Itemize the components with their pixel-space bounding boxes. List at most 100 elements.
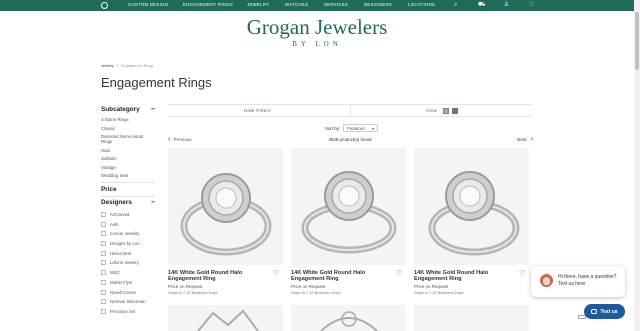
product-image[interactable] (168, 148, 283, 265)
checkbox[interactable] (101, 289, 106, 295)
checkbox[interactable] (101, 279, 106, 285)
designer-filter[interactable]: Lafonn Jewelry (101, 258, 155, 268)
filter-toolbar: Hide Filters View (168, 104, 532, 117)
chevron-down-icon: ▾ (372, 126, 375, 131)
collapse-icon[interactable]: – (151, 199, 155, 206)
page-scrollbar[interactable] (634, 0, 640, 331)
designer-filter[interactable]: Novell Carver (101, 287, 155, 297)
heart-icon[interactable]: ♡ (519, 270, 527, 278)
checkbox[interactable] (101, 241, 106, 247)
checkbox[interactable] (101, 308, 106, 314)
search-icon[interactable]: ⌕ (452, 2, 459, 9)
subcategory-item[interactable]: Diamond Semi-mount Rings (101, 134, 155, 144)
subcategory-header[interactable]: Subcategory – (101, 104, 155, 114)
grid-view-icon[interactable] (443, 108, 449, 114)
subcategory-item[interactable]: Wedding Sets (101, 173, 155, 178)
sidebar-divider (101, 181, 155, 183)
designer-filter[interactable]: Martin Flyer (101, 278, 155, 288)
page-title: Engagement Rings (101, 75, 212, 90)
product-name[interactable]: 14K White Gold Round Halo Engagement Rin… (168, 270, 273, 282)
product-image[interactable] (414, 305, 529, 331)
checkbox[interactable] (101, 231, 106, 237)
breadcrumb-separator: / (116, 64, 118, 68)
subcategory-item[interactable]: Classic (101, 126, 155, 131)
subcategory-title: Subcategory (101, 105, 140, 113)
scrollbar-thumb[interactable] (635, 12, 639, 70)
designer-label: Lafonn Jewelry (110, 260, 139, 266)
next-page-button[interactable]: Next › (517, 135, 533, 143)
chat-bubble-icon (591, 309, 598, 314)
designer-label: Designs by Lon (110, 241, 140, 247)
checkbox[interactable] (101, 260, 106, 266)
nav-engagement-rings[interactable]: ENGAGEMENT RINGS (183, 2, 233, 7)
hide-filters-button[interactable]: Hide Filters (244, 108, 271, 113)
chevron-right-icon: › (530, 134, 534, 143)
nav-services[interactable]: SERVICES (324, 2, 348, 7)
breadcrumb-jewelry[interactable]: Jewelry (101, 64, 114, 68)
checkbox[interactable] (101, 250, 106, 256)
site-logo-tagline: BY LON (292, 40, 342, 48)
site-logo[interactable]: Grogan Jewelers (0, 15, 634, 40)
heart-icon[interactable]: ♡ (396, 270, 404, 278)
designer-filter[interactable]: Norman Silverman (101, 297, 155, 307)
product-card[interactable]: 14K White Gold Round Halo Engagement Rin… (414, 148, 529, 295)
filter-sidebar: Subcategory – 3 Stone Rings Classic Diam… (101, 104, 155, 316)
nav-jewelry[interactable]: JEWELRY (247, 2, 269, 7)
text-us-button[interactable]: Text us (584, 304, 625, 319)
subcategory-item[interactable]: Halo (101, 148, 155, 153)
user-icon[interactable]: ♙ (503, 2, 510, 9)
cart-icon[interactable]: ⛟ (478, 2, 486, 9)
designers-header[interactable]: Designers – (101, 198, 155, 208)
designer-filter[interactable]: ArtCarved (101, 210, 155, 220)
shipping-note: Ships in 7-10 Business Days (168, 290, 218, 295)
product-image[interactable] (168, 305, 283, 331)
chat-popup[interactable]: Hi there, have a question? Text us here. (531, 266, 625, 297)
next-label: Next (517, 136, 527, 142)
designer-label: Norman Silverman (110, 299, 146, 305)
globe-icon[interactable] (101, 2, 108, 9)
designer-filter[interactable]: Coscar Jewelry (101, 229, 155, 239)
subcategory-item[interactable]: 3 Stone Rings (101, 117, 155, 122)
checkbox[interactable] (101, 212, 106, 218)
results-count: 3948 product(s) found (328, 137, 372, 142)
nav-locations[interactable]: LOCATIONS (408, 2, 435, 7)
ring-image (197, 309, 259, 331)
price-header[interactable]: Price (101, 185, 155, 195)
checkbox[interactable] (101, 299, 106, 305)
text-us-label: Text us (600, 308, 618, 315)
ring-image (180, 173, 272, 256)
product-image[interactable] (291, 305, 406, 331)
nav-custom-design[interactable]: CUSTOM DESIGN (128, 2, 168, 7)
heart-icon[interactable]: ♡ (528, 2, 535, 9)
designer-filter[interactable]: Ashi (101, 219, 155, 229)
designer-filter[interactable]: Heera Moti (101, 248, 155, 258)
designer-filter[interactable]: Precision Set (101, 307, 155, 317)
product-image[interactable] (291, 148, 406, 265)
heart-icon[interactable]: ♡ (273, 270, 281, 278)
product-name[interactable]: 14K White Gold Round Halo Engagement Rin… (291, 270, 396, 282)
list-view-icon[interactable] (452, 108, 458, 114)
sort-control: Sort by: Featured ▾ (325, 124, 379, 132)
collapse-icon[interactable]: – (151, 106, 155, 113)
product-card[interactable]: 14K White Gold Round Halo Engagement Rin… (168, 148, 283, 295)
designer-filter[interactable]: Designs by Lon (101, 239, 155, 249)
subcategory-item[interactable]: Solitaire (101, 156, 155, 161)
checkbox[interactable] (101, 221, 106, 227)
view-label: View (426, 108, 438, 113)
product-image[interactable] (414, 148, 529, 265)
previous-page-button[interactable]: ‹ Previous (168, 135, 192, 143)
product-name[interactable]: 14K White Gold Round Halo Engagement Rin… (414, 270, 519, 282)
designer-label: Martin Flyer (110, 279, 133, 285)
nav-watches[interactable]: WATCHES (285, 2, 308, 7)
checkbox[interactable] (101, 270, 106, 276)
product-price: Price on Request (414, 284, 449, 289)
designer-label: ArtCarved (110, 212, 130, 218)
sort-value: Featured (347, 126, 365, 131)
sort-select[interactable]: Featured ▾ (343, 124, 379, 132)
ring-image (301, 171, 397, 254)
nav-designers[interactable]: DESIGNERS (364, 2, 392, 7)
subcategory-item[interactable]: Vintage (101, 165, 155, 170)
product-card[interactable]: 14K White Gold Round Halo Engagement Rin… (291, 148, 406, 295)
designer-label: Coscar Jewelry (110, 231, 140, 237)
designer-filter[interactable]: MDC (101, 268, 155, 278)
